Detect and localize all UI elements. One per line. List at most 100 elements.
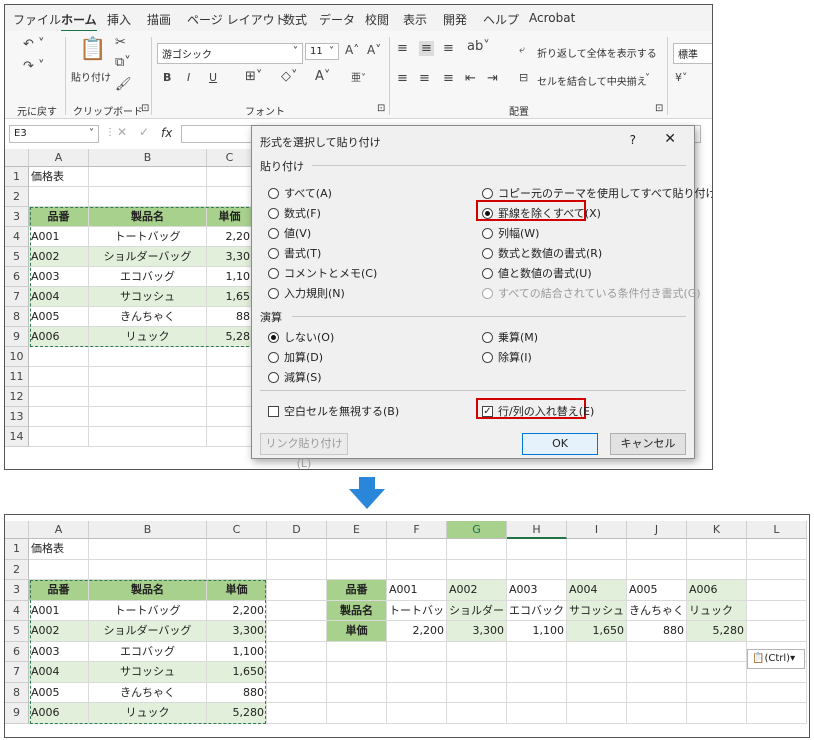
transpose-checkbox[interactable]: ✓ 行/列の入れ替え(E) xyxy=(482,403,594,419)
cell[interactable] xyxy=(447,682,507,703)
column-header[interactable]: H xyxy=(507,521,567,539)
cell[interactable] xyxy=(327,662,387,683)
cell[interactable]: 2,200 xyxy=(207,600,267,621)
cell[interactable]: エコバッグ xyxy=(89,267,207,287)
row-header[interactable]: 2 xyxy=(5,559,29,580)
row-header[interactable]: 14 xyxy=(5,427,29,447)
row-header[interactable]: 3 xyxy=(5,580,29,601)
cell[interactable] xyxy=(567,559,627,580)
table-title[interactable]: 価格表 xyxy=(29,167,89,187)
cell[interactable] xyxy=(267,539,327,560)
tab-home[interactable]: ホーム xyxy=(61,11,97,32)
merge-center-button[interactable]: セルを結合して中央揃え xyxy=(537,73,647,88)
cell[interactable] xyxy=(387,703,447,724)
cell[interactable]: ショルダーバッグ xyxy=(89,247,207,267)
column-header[interactable]: C xyxy=(207,521,267,539)
cell[interactable]: A005 xyxy=(29,682,89,703)
transposed-cell[interactable]: A006 xyxy=(687,580,747,601)
select-all-corner[interactable] xyxy=(5,521,29,539)
cell[interactable] xyxy=(207,167,253,187)
cell[interactable] xyxy=(29,187,89,207)
radio-option[interactable]: 数式(F) xyxy=(268,205,321,221)
increase-indent-icon[interactable]: ⇥ xyxy=(487,71,498,86)
row-header[interactable]: 13 xyxy=(5,407,29,427)
radio-option[interactable]: 値(V) xyxy=(268,225,311,241)
transposed-cell[interactable]: 3,300 xyxy=(447,621,507,642)
table-header[interactable]: 品番 xyxy=(29,580,89,601)
cell[interactable]: A001 xyxy=(29,227,89,247)
underline-button[interactable]: U xyxy=(209,71,217,84)
column-header[interactable]: A xyxy=(29,149,89,167)
cell[interactable] xyxy=(507,559,567,580)
cell[interactable] xyxy=(687,662,747,683)
merge-dropdown-icon[interactable]: ˅ xyxy=(645,73,650,84)
name-box[interactable]: E3 ˅ xyxy=(9,125,99,143)
cell[interactable] xyxy=(327,539,387,560)
row-header[interactable]: 12 xyxy=(5,387,29,407)
transposed-cell[interactable]: 5,280 xyxy=(687,621,747,642)
tab-help[interactable]: ヘルプ xyxy=(483,11,519,28)
cell[interactable]: 88 xyxy=(207,307,253,327)
cell[interactable]: リュック xyxy=(89,327,207,347)
cell[interactable]: サコッシュ xyxy=(89,287,207,307)
cell[interactable]: A002 xyxy=(29,621,89,642)
cell[interactable]: 2,20 xyxy=(207,227,253,247)
cell[interactable] xyxy=(747,539,807,560)
cell[interactable]: 1,650 xyxy=(207,662,267,683)
paste-options-button[interactable]: 📋(Ctrl)▾ xyxy=(747,649,805,669)
align-left-icon[interactable]: ≡ xyxy=(397,71,408,86)
currency-format-icon[interactable]: ¥˅ xyxy=(675,71,688,84)
cell[interactable] xyxy=(507,662,567,683)
cell[interactable] xyxy=(447,662,507,683)
cell[interactable]: 1,100 xyxy=(207,641,267,662)
cell[interactable]: ショルダーバッグ xyxy=(89,621,207,642)
transposed-cell[interactable]: A005 xyxy=(627,580,687,601)
transposed-cell[interactable]: ショルダー xyxy=(447,600,507,621)
row-header[interactable]: 6 xyxy=(5,641,29,662)
radio-option[interactable]: 書式(T) xyxy=(268,245,321,261)
cell[interactable] xyxy=(89,427,207,447)
cell[interactable]: 3,300 xyxy=(207,621,267,642)
radio-option[interactable]: すべて(A) xyxy=(268,185,332,201)
cell[interactable]: 1,10 xyxy=(207,267,253,287)
align-right-icon[interactable]: ≡ xyxy=(443,71,454,86)
cell[interactable]: 5,28 xyxy=(207,327,253,347)
format-painter-icon[interactable]: 🖌 xyxy=(115,77,132,92)
cell[interactable]: A006 xyxy=(29,327,89,347)
copy-icon[interactable]: ⧉˅ xyxy=(115,55,131,70)
radio-option[interactable]: 乗算(M) xyxy=(482,329,538,345)
table-header[interactable]: 製品名 xyxy=(89,580,207,601)
cell[interactable]: 3,30 xyxy=(207,247,253,267)
row-header[interactable]: 2 xyxy=(5,187,29,207)
cell[interactable] xyxy=(89,559,207,580)
cell[interactable] xyxy=(447,641,507,662)
paste-link-button[interactable]: リンク貼り付け(L) xyxy=(260,433,348,469)
transposed-cell[interactable]: A001 xyxy=(387,580,447,601)
row-header[interactable]: 10 xyxy=(5,347,29,367)
ok-button[interactable]: OK xyxy=(522,433,598,455)
row-header[interactable]: 4 xyxy=(5,600,29,621)
cell[interactable] xyxy=(29,427,89,447)
cell[interactable] xyxy=(627,682,687,703)
row-header[interactable]: 8 xyxy=(5,682,29,703)
cell[interactable]: A002 xyxy=(29,247,89,267)
cell[interactable] xyxy=(207,347,253,367)
radio-option[interactable]: しない(O) xyxy=(268,329,334,345)
cell[interactable] xyxy=(747,703,807,724)
cell[interactable]: エコバッグ xyxy=(89,641,207,662)
transposed-cell[interactable]: A004 xyxy=(567,580,627,601)
cell[interactable] xyxy=(267,559,327,580)
cell[interactable] xyxy=(507,641,567,662)
tab-developer[interactable]: 開発 xyxy=(443,11,467,28)
row-header[interactable]: 7 xyxy=(5,287,29,307)
cell[interactable] xyxy=(89,187,207,207)
cell[interactable] xyxy=(747,682,807,703)
font-color-icon[interactable]: A˅ xyxy=(315,69,330,84)
cell[interactable] xyxy=(507,539,567,560)
cut-icon[interactable]: ✂ xyxy=(115,35,126,50)
cell[interactable] xyxy=(627,703,687,724)
cell[interactable] xyxy=(567,539,627,560)
cell[interactable]: A004 xyxy=(29,287,89,307)
row-header[interactable]: 5 xyxy=(5,621,29,642)
transposed-cell[interactable]: リュック xyxy=(687,600,747,621)
